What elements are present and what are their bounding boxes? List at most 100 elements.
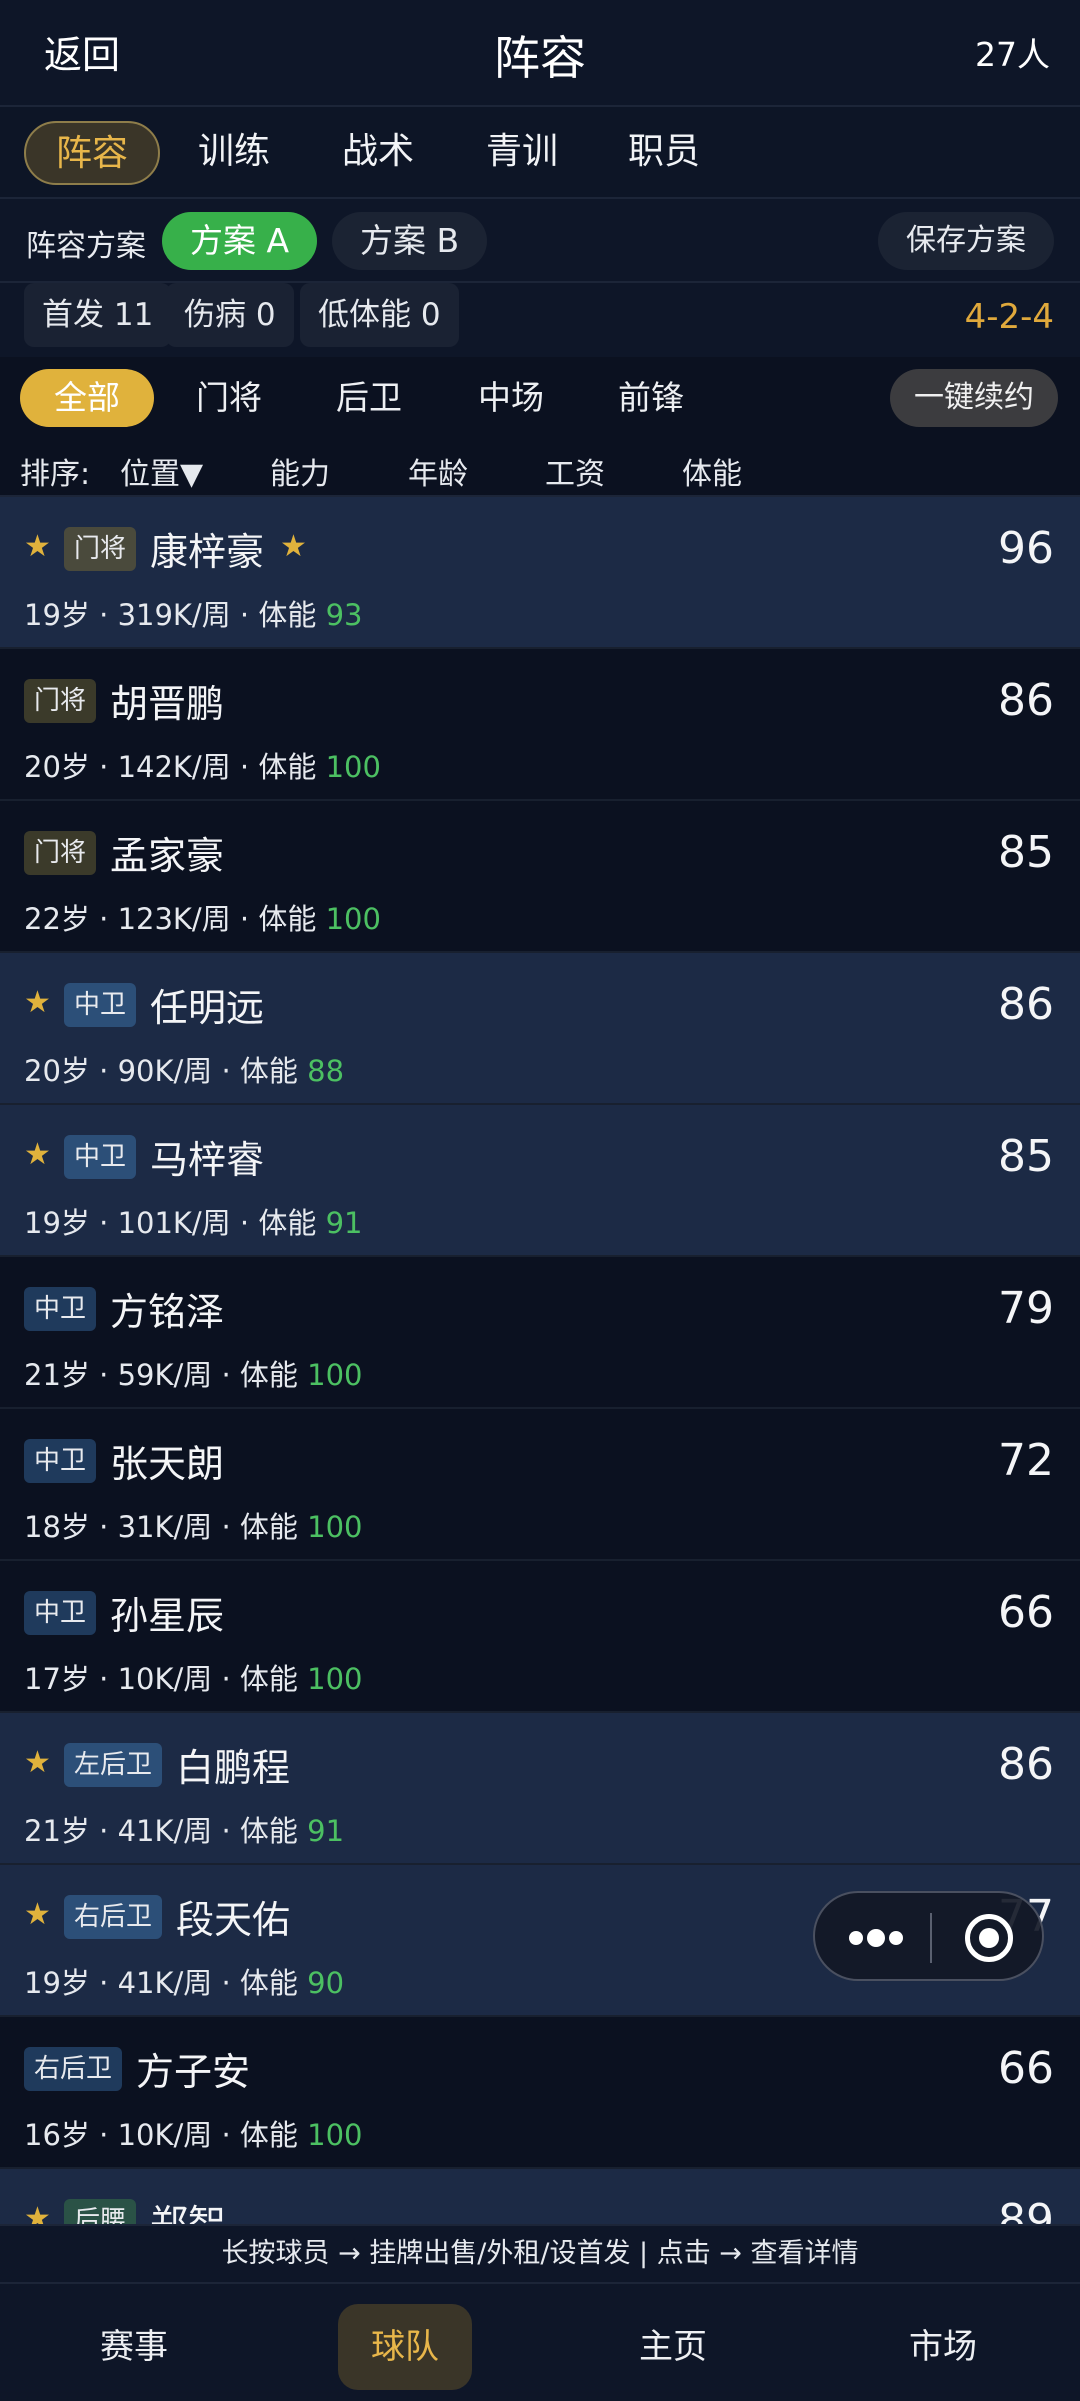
position-badge: 中卫 [24,1287,97,1331]
close-target-icon[interactable] [965,1914,1013,1962]
stamina-label: 体能 [239,1510,298,1544]
player-row[interactable]: 中卫 孙星辰 66 17岁 · 10K/周 · 体能 100 [0,1561,1080,1713]
player-name: 孟家豪 [110,834,225,878]
player-rating: 86 [998,1739,1054,1790]
player-row[interactable]: 门将 胡晋鹏 86 20岁 · 142K/周 · 体能 100 [0,649,1080,801]
sort-wage[interactable]: 工资 [545,449,605,493]
player-rating: 85 [998,1131,1054,1182]
player-rating: 85 [998,827,1054,878]
tab-staff[interactable]: 职员 [628,121,700,185]
player-age: 20岁 [24,750,90,784]
player-row[interactable]: ★ 后腰 郑智 89 [0,2169,1080,2224]
tab-training[interactable]: 训练 [198,121,270,185]
more-icon[interactable] [847,1921,907,1955]
player-name: 段天佑 [176,1898,291,1942]
stamina-label: 体能 [239,2118,298,2152]
player-wage: 123K/周 [117,902,231,936]
player-wage: 319K/周 [117,598,231,632]
player-stamina: 90 [307,1966,345,2000]
stamina-label: 体能 [239,1054,298,1088]
player-meta: 20岁 · 142K/周 · 体能 100 [24,750,381,784]
player-meta: 19岁 · 41K/周 · 体能 90 [24,1966,345,2000]
player-wage: 101K/周 [117,1206,231,1240]
position-badge: 门将 [24,679,97,723]
header: 返回 阵容 27人 [0,0,1080,107]
position-badge: 后腰 [64,2199,137,2224]
player-rating: 89 [998,2195,1054,2224]
player-meta: 16岁 · 10K/周 · 体能 100 [24,2118,363,2152]
save-plan-button[interactable]: 保存方案 [878,212,1054,270]
nav-team[interactable]: 球队 [338,2304,472,2390]
player-stamina: 100 [307,1510,363,1544]
player-row[interactable]: 中卫 张天朗 72 18岁 · 31K/周 · 体能 100 [0,1409,1080,1561]
player-rating: 96 [998,523,1054,574]
position-badge: 右后卫 [24,2047,123,2091]
top-tabs: 阵容 训练 战术 青训 职员 [0,107,1080,199]
player-name: 康梓豪 [150,530,265,574]
renew-all-button[interactable]: 一键续约 [890,369,1058,427]
plan-label: 阵容方案 [26,229,146,264]
player-stamina: 88 [307,1054,345,1088]
sort-age[interactable]: 年龄 [408,449,468,493]
player-rating: 86 [998,979,1054,1030]
player-wage: 142K/周 [117,750,231,784]
player-stamina: 100 [325,750,381,784]
player-row[interactable]: 右后卫 方子安 66 16岁 · 10K/周 · 体能 100 [0,2017,1080,2169]
player-stamina: 91 [325,1206,363,1240]
plan-b-button[interactable]: 方案 B [332,212,488,270]
player-age: 16岁 [24,2118,90,2152]
player-meta: 20岁 · 90K/周 · 体能 88 [24,1054,345,1088]
stamina-label: 体能 [239,1358,298,1392]
starter-star-icon: ★ [24,2201,51,2224]
stamina-label: 体能 [258,902,317,936]
player-age: 22岁 [24,902,90,936]
player-name: 方铭泽 [110,1290,225,1334]
filter-forward[interactable]: 前锋 [618,369,684,427]
player-name: 白鹏程 [176,1746,291,1790]
player-name: 任明远 [150,986,265,1030]
starters-badge: 首发 11 [24,283,172,347]
lineup-plan-row: 阵容方案 方案 A 方案 B 保存方案 [0,199,1080,283]
player-row[interactable]: 中卫 方铭泽 79 21岁 · 59K/周 · 体能 100 [0,1257,1080,1409]
tab-youth[interactable]: 青训 [486,121,558,185]
sort-row: 排序: 位置▼ 能力 年龄 工资 体能 [0,437,1080,497]
player-row[interactable]: ★ 中卫 任明远 86 20岁 · 90K/周 · 体能 88 [0,953,1080,1105]
player-row[interactable]: ★ 中卫 马梓睿 85 19岁 · 101K/周 · 体能 91 [0,1105,1080,1257]
sort-ability[interactable]: 能力 [270,449,330,493]
plan-a-button[interactable]: 方案 A [162,212,318,270]
tab-lineup[interactable]: 阵容 [24,121,161,185]
stamina-label: 体能 [239,1814,298,1848]
status-row: 首发 11 伤病 0 低体能 0 4-2-4 [0,283,1080,357]
player-name: 马梓睿 [150,1138,265,1182]
player-row[interactable]: 门将 孟家豪 85 22岁 · 123K/周 · 体能 100 [0,801,1080,953]
tab-tactics[interactable]: 战术 [342,121,414,185]
player-wage: 10K/周 [117,1662,213,1696]
nav-market[interactable]: 市场 [876,2304,1010,2390]
player-row[interactable]: ★ 左后卫 白鹏程 86 21岁 · 41K/周 · 体能 91 [0,1713,1080,1865]
captain-star-icon: ★ [280,529,307,564]
player-age: 19岁 [24,598,90,632]
injured-badge: 伤病 0 [166,283,294,347]
sort-stamina[interactable]: 体能 [682,449,742,493]
player-wage: 41K/周 [117,1814,213,1848]
filter-all[interactable]: 全部 [20,369,154,427]
starter-star-icon: ★ [24,529,51,564]
stamina-label: 体能 [239,1966,298,2000]
player-stamina: 100 [307,1662,363,1696]
nav-match[interactable]: 赛事 [67,2304,201,2390]
player-row[interactable]: ★ 门将 康梓豪 ★ 96 19岁 · 319K/周 · 体能 93 [0,497,1080,649]
sort-label: 排序: [20,457,91,492]
position-filter-row: 全部 门将 后卫 中场 前锋 一键续约 [0,357,1080,437]
filter-goalkeeper[interactable]: 门将 [196,369,262,427]
starter-star-icon: ★ [24,1897,51,1932]
filter-defender[interactable]: 后卫 [336,369,402,427]
nav-home[interactable]: 主页 [606,2304,740,2390]
player-rating: 86 [998,675,1054,726]
formation-label[interactable]: 4-2-4 [965,297,1054,337]
player-stamina: 93 [325,598,363,632]
filter-midfielder[interactable]: 中场 [478,369,544,427]
stamina-label: 体能 [258,750,317,784]
position-badge: 中卫 [24,1439,97,1483]
sort-position[interactable]: 位置▼ [120,449,203,493]
position-badge: 右后卫 [64,1895,163,1939]
